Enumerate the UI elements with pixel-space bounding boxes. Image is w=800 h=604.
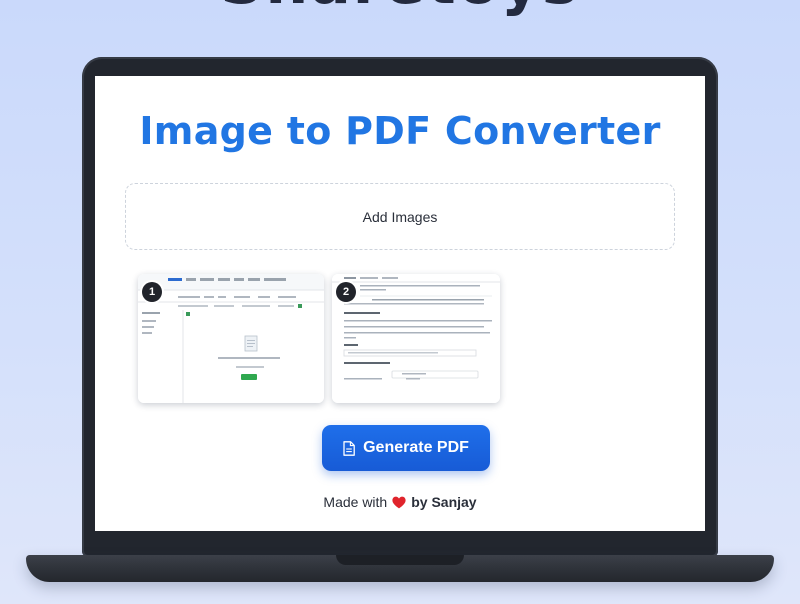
- image-thumbnail-1[interactable]: 1: [138, 274, 324, 403]
- add-images-label: Add Images: [362, 208, 438, 225]
- made-with-text: Made with: [323, 494, 388, 510]
- laptop-base-notch: [336, 555, 464, 565]
- heart-icon: [392, 496, 406, 509]
- thumbnail-preview-document: [332, 274, 500, 403]
- thumbnail-number-badge: 2: [336, 282, 356, 302]
- author-name: by Sanjay: [411, 494, 477, 510]
- thumbnail-preview-spreadsheet: [138, 274, 324, 403]
- footer-credit: Made with by Sanjay: [95, 494, 705, 510]
- generate-pdf-button[interactable]: Generate PDF: [322, 425, 490, 471]
- document-icon: [343, 440, 355, 456]
- thumbnail-number-badge: 1: [142, 282, 162, 302]
- add-images-dropzone[interactable]: Add Images: [125, 183, 675, 250]
- image-thumbnail-2[interactable]: 2: [332, 274, 500, 403]
- generate-pdf-label: Generate PDF: [363, 439, 469, 456]
- background-heading: Sharetoys: [0, 0, 800, 18]
- app-screen: Image to PDF Converter Add Images 1 2 Ge…: [95, 76, 705, 531]
- page-title: Image to PDF Converter: [139, 109, 661, 153]
